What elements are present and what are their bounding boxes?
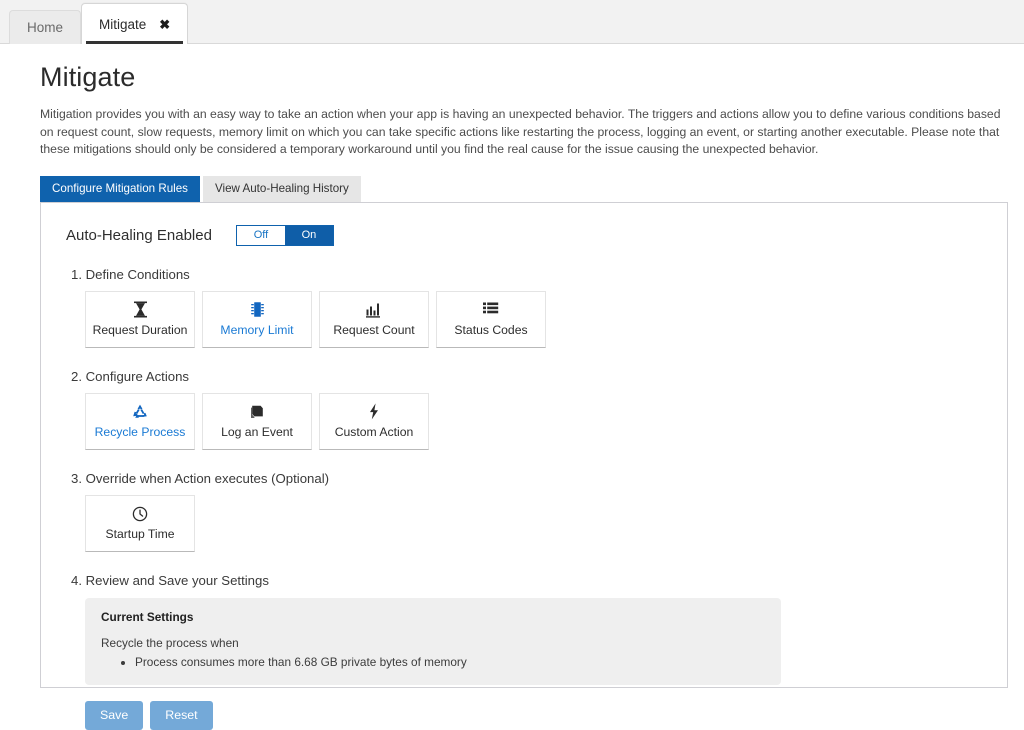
condition-tile-request-count[interactable]: Request Count xyxy=(319,291,429,348)
action-tile-recycle-process[interactable]: Recycle Process xyxy=(85,393,195,450)
browser-tab-label: Home xyxy=(27,20,63,35)
list-icon xyxy=(483,301,499,318)
reset-button[interactable]: Reset xyxy=(150,701,212,730)
browser-tab-strip: Home Mitigate ✖ xyxy=(0,0,1024,44)
current-settings-title: Current Settings xyxy=(101,610,765,624)
override-tiles: Startup Time xyxy=(66,495,985,552)
action-tile-custom-action[interactable]: Custom Action xyxy=(319,393,429,450)
tab-view-auto-healing-history[interactable]: View Auto-Healing History xyxy=(203,176,361,202)
condition-tile-request-duration[interactable]: Request Duration xyxy=(85,291,195,348)
tab-configure-mitigation-rules[interactable]: Configure Mitigation Rules xyxy=(40,176,200,202)
bar-chart-icon xyxy=(366,301,382,318)
toggle-option-off[interactable]: Off xyxy=(237,226,285,245)
page-body: Mitigate Mitigation provides you with an… xyxy=(0,44,1024,688)
section-heading-review: 4. Review and Save your Settings xyxy=(66,573,985,588)
memory-chip-icon xyxy=(250,301,265,318)
action-tiles: Recycle Process Log an Event Custom xyxy=(66,393,985,450)
toggle-option-on[interactable]: On xyxy=(285,226,333,245)
tab-label: View Auto-Healing History xyxy=(215,182,349,195)
action-tile-label: Custom Action xyxy=(335,425,414,439)
condition-tile-status-codes[interactable]: Status Codes xyxy=(436,291,546,348)
close-icon[interactable]: ✖ xyxy=(159,18,170,31)
section-heading-override: 3. Override when Action executes (Option… xyxy=(66,471,985,486)
browser-tab-label: Mitigate xyxy=(99,17,146,32)
condition-tile-label: Memory Limit xyxy=(220,323,293,337)
lightning-bolt-icon xyxy=(368,403,380,420)
condition-tile-memory-limit[interactable]: Memory Limit xyxy=(202,291,312,348)
book-icon xyxy=(249,403,265,420)
current-settings-lead: Recycle the process when xyxy=(101,636,765,650)
action-tile-label: Log an Event xyxy=(221,425,293,439)
list-item: Process consumes more than 6.68 GB priva… xyxy=(135,654,765,671)
browser-tab-mitigate[interactable]: Mitigate ✖ xyxy=(81,3,188,44)
current-settings-panel: Current Settings Recycle the process whe… xyxy=(85,598,781,685)
tab-label: Configure Mitigation Rules xyxy=(52,182,188,195)
condition-tile-label: Request Count xyxy=(333,323,414,337)
condition-tile-label: Request Duration xyxy=(93,323,188,337)
auto-healing-label: Auto-Healing Enabled xyxy=(66,227,212,244)
condition-tiles: Request Duration Mem xyxy=(66,291,985,348)
section-heading-conditions: 1. Define Conditions xyxy=(66,267,985,282)
page-description: Mitigation provides you with an easy way… xyxy=(40,106,1002,159)
action-tile-log-an-event[interactable]: Log an Event xyxy=(202,393,312,450)
tab-bar: Configure Mitigation Rules View Auto-Hea… xyxy=(40,176,1004,202)
condition-tile-label: Status Codes xyxy=(454,323,527,337)
override-tile-label: Startup Time xyxy=(105,527,174,541)
override-tile-startup-time[interactable]: Startup Time xyxy=(85,495,195,552)
current-settings-list: Process consumes more than 6.68 GB priva… xyxy=(101,654,765,671)
clock-icon xyxy=(132,505,148,522)
section-heading-actions: 2. Configure Actions xyxy=(66,369,985,384)
auto-healing-row: Auto-Healing Enabled Off On xyxy=(66,225,985,246)
page-title: Mitigate xyxy=(40,62,1004,93)
action-tile-label: Recycle Process xyxy=(95,425,186,439)
browser-tab-home[interactable]: Home xyxy=(9,10,81,44)
button-row: Save Reset xyxy=(85,701,985,730)
recycle-icon xyxy=(132,403,148,420)
mitigation-rules-panel: Auto-Healing Enabled Off On 1. Define Co… xyxy=(40,202,1008,688)
hourglass-icon xyxy=(133,301,148,318)
save-button[interactable]: Save xyxy=(85,701,143,730)
auto-healing-toggle[interactable]: Off On xyxy=(236,225,334,246)
